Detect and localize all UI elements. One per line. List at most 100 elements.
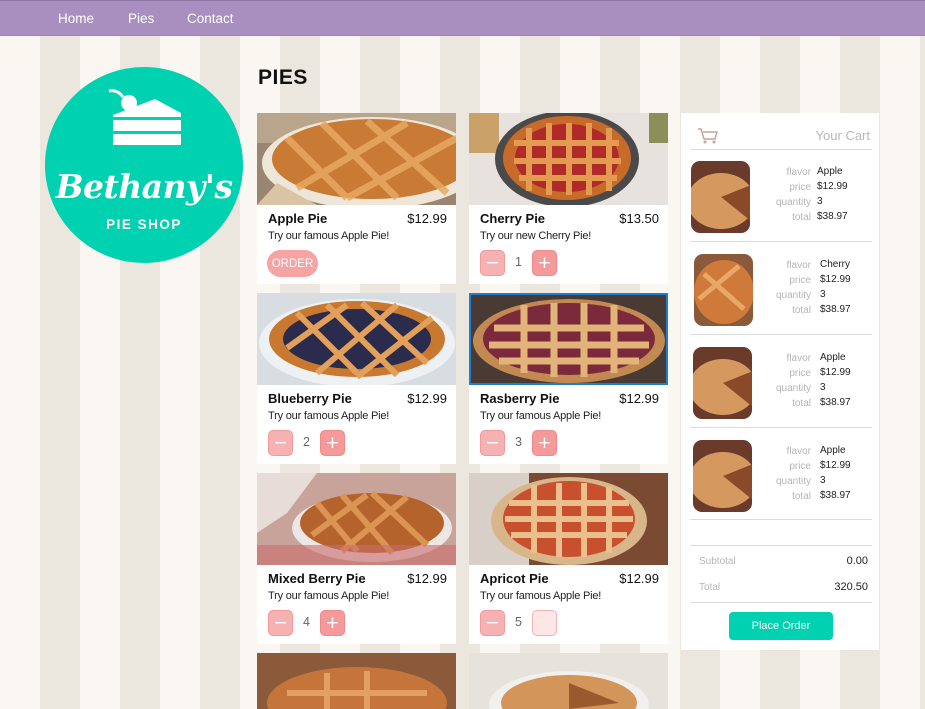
divider (690, 427, 872, 428)
product-name: Apricot Pie (480, 571, 549, 586)
plus-icon: + (325, 612, 340, 633)
product-description: Try our famous Apple Pie! (268, 410, 390, 422)
top-nav: Home Pies Contact (0, 0, 925, 36)
cart-icon[interactable] (697, 127, 719, 145)
product-price: $13.50 (619, 211, 659, 226)
quantity-label: quantity (775, 290, 811, 301)
product-description: Try our famous Apple Pie! (480, 590, 602, 602)
product-image[interactable] (257, 293, 456, 385)
decrease-button[interactable]: − (480, 250, 505, 276)
product-image[interactable] (469, 113, 668, 205)
flavor-label: flavor (786, 446, 811, 457)
quantity-value: 5 (515, 615, 522, 629)
quantity-value: 3 (820, 289, 826, 300)
price-value: $12.99 (820, 274, 851, 285)
product-card-apricot: Apricot Pie $12.99 Try our famous Apple … (469, 473, 668, 644)
product-card-apple: Apple Pie $12.99 Try our famous Apple Pi… (257, 113, 456, 284)
plus-icon: + (325, 432, 340, 453)
divider (690, 149, 872, 150)
total-value: $38.97 (820, 490, 851, 501)
product-price: $12.99 (407, 211, 447, 226)
price-label: price (789, 182, 811, 193)
increase-button[interactable]: + (532, 430, 557, 456)
product-name: Blueberry Pie (268, 391, 352, 406)
product-image[interactable] (257, 113, 456, 205)
subtotal-label: Subtotal (699, 556, 736, 567)
quantity-label: quantity (775, 383, 811, 394)
product-description: Try our famous Apple Pie! (480, 410, 602, 422)
subtotal-value: 0.00 (846, 555, 868, 567)
total-label: total (792, 305, 811, 316)
product-name: Cherry Pie (480, 211, 546, 226)
minus-icon: − (485, 432, 500, 453)
quantity-value: 3 (820, 475, 826, 486)
product-description: Try our famous Apple Pie! (268, 590, 390, 602)
cart-item: flavor Apple price $12.99 quantity 3 tot… (681, 153, 879, 245)
nav-home-link[interactable]: Home (58, 11, 94, 26)
product-card-blueberry: Blueberry Pie $12.99 Try our famous Appl… (257, 293, 456, 464)
total-value: 320.50 (834, 581, 868, 593)
product-card-cherry: Cherry Pie $13.50 Try our new Cherry Pie… (469, 113, 668, 284)
increase-button[interactable] (532, 610, 557, 636)
logo-subtitle: PIE SHOP (106, 217, 182, 232)
quantity-label: quantity (775, 197, 811, 208)
total-value: $38.97 (820, 304, 851, 315)
total-label: total (792, 212, 811, 223)
product-image[interactable] (469, 653, 668, 709)
cart-title: Your Cart (815, 128, 870, 143)
price-label: price (789, 461, 811, 472)
increase-button[interactable]: + (320, 430, 345, 456)
cart-item: flavor Apple price $12.99 quantity 3 tot… (681, 339, 879, 431)
divider (690, 241, 872, 242)
total-label: Total (699, 582, 721, 593)
product-image[interactable] (257, 473, 456, 565)
price-label: price (789, 368, 811, 379)
page-title: PIES (258, 66, 308, 89)
order-button[interactable]: ORDER (267, 250, 318, 277)
product-card-mixed-berry: Mixed Berry Pie $12.99 Try our famous Ap… (257, 473, 456, 644)
price-value: $12.99 (820, 460, 851, 471)
flavor-value: Apple (820, 445, 846, 456)
minus-icon: − (273, 612, 288, 633)
nav-pies-link[interactable]: Pies (128, 11, 154, 26)
divider (690, 519, 872, 520)
cart-item-thumbnail (693, 347, 752, 419)
divider (690, 545, 872, 546)
price-value: $12.99 (820, 367, 851, 378)
cart-item: flavor Cherry price $12.99 quantity 3 to… (681, 246, 879, 338)
place-order-button[interactable]: Place Order (729, 612, 833, 640)
product-price: $12.99 (407, 391, 447, 406)
flavor-value: Apple (817, 166, 843, 177)
cart-item-thumbnail (694, 254, 753, 326)
product-price: $12.99 (619, 391, 659, 406)
divider (690, 602, 872, 603)
product-name: Rasberry Pie (480, 391, 560, 406)
product-card-partial (469, 653, 668, 709)
flavor-label: flavor (786, 260, 811, 271)
total-value: $38.97 (820, 397, 851, 408)
product-name: Apple Pie (268, 211, 328, 226)
increase-button[interactable]: + (320, 610, 345, 636)
product-name: Mixed Berry Pie (268, 571, 366, 586)
price-value: $12.99 (817, 181, 848, 192)
quantity-value: 3 (817, 196, 823, 207)
flavor-label: flavor (786, 167, 811, 178)
price-label: price (789, 275, 811, 286)
quantity-value: 3 (515, 435, 522, 449)
product-description: Try our new Cherry Pie! (480, 230, 592, 242)
product-image[interactable] (469, 473, 668, 565)
shop-logo[interactable]: Bethany's PIE SHOP (45, 67, 243, 263)
decrease-button[interactable]: − (480, 430, 505, 456)
product-image[interactable] (257, 653, 456, 709)
product-description: Try our famous Apple Pie! (268, 230, 390, 242)
increase-button[interactable]: + (532, 250, 557, 276)
decrease-button[interactable]: − (268, 430, 293, 456)
total-label: total (792, 398, 811, 409)
product-image[interactable] (469, 293, 668, 385)
plus-icon: + (537, 252, 552, 273)
total-value: $38.97 (817, 211, 848, 222)
decrease-button[interactable]: − (480, 610, 505, 636)
decrease-button[interactable]: − (268, 610, 293, 636)
minus-icon: − (485, 252, 500, 273)
nav-contact-link[interactable]: Contact (187, 11, 234, 26)
